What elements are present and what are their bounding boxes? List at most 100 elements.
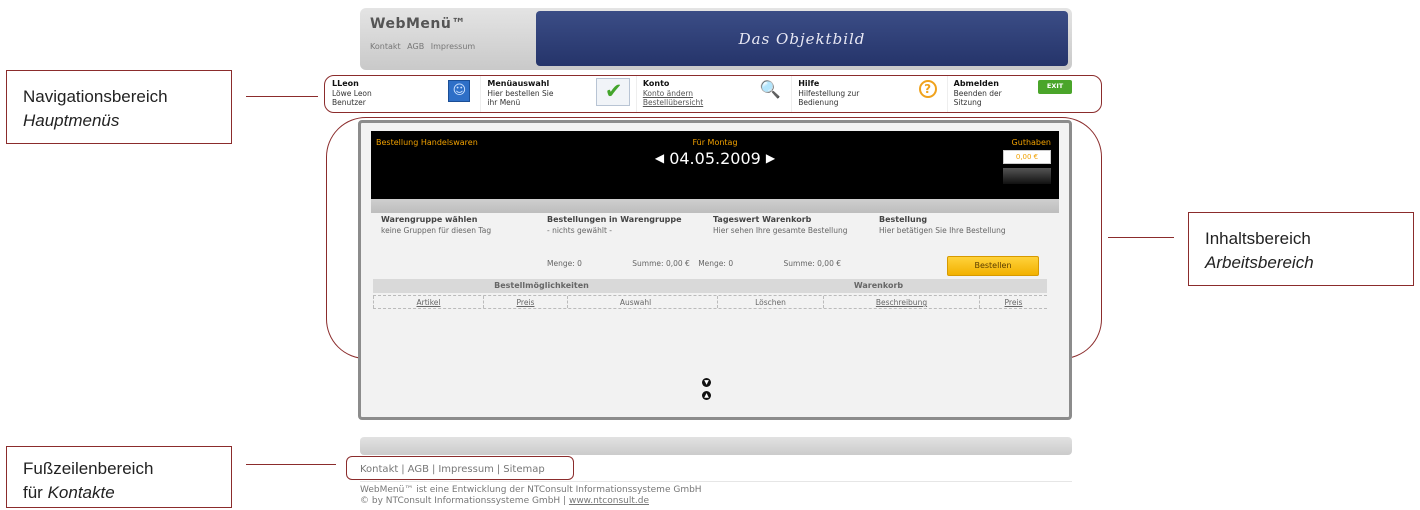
nav-menu-line2: ihr Menü [487,97,521,107]
col-price-options[interactable]: Preis [483,296,567,308]
nav-account-title: Konto [642,79,670,88]
callout-navigation: Navigationsbereich Hauptmenüs [6,70,232,144]
magnifier-icon: 🔍 [759,80,781,100]
prev-day-arrow-icon[interactable]: ◀ [655,151,664,165]
col-article[interactable]: Artikel [373,296,483,308]
header-link-impressum[interactable]: Impressum [431,42,475,51]
nav-help-line2: Bedienung [798,97,839,107]
credit-line-1: WebMenü™ ist eine Entwicklung der NTCons… [360,485,702,495]
nav-item-user[interactable]: LLeon Löwe Leon Benutzer ☺ [326,76,482,112]
checklist-icon [595,78,630,106]
footer-link-impressum[interactable]: Impressum [438,464,494,475]
footer-links: Kontakt | AGB | Impressum | Sitemap [360,464,545,475]
scroll-pager: ▼ ▲ [702,378,711,404]
nav-user-line1: Löwe Leon [332,88,372,98]
nav-item-account: Konto Konto ändern Bestellübersicht 🔍 [637,76,793,112]
nav-menu-title: Menüauswahl [487,79,550,88]
header-link-agb[interactable]: AGB [407,42,424,51]
step-order-title: Bestellung [879,215,928,224]
nav-help-title: Hilfe [798,79,820,88]
nav-item-help[interactable]: Hilfe Hilfestellung zur Bedienung ? [792,76,948,112]
step-cart-value: Tageswert Warenkorb Hier sehen Ihre gesa… [713,215,879,236]
credit-fade [1003,168,1051,184]
footer-credits: WebMenü™ ist eine Entwicklung der NTCons… [360,485,702,508]
footer-link-agb[interactable]: AGB [408,464,429,475]
step-order: Bestellung Hier betätigen Sie Ihre Beste… [879,215,1045,236]
nav-account-overview-link[interactable]: Bestellübersicht [643,98,703,107]
section-divider [371,199,1059,213]
credit-label: Guthaben [1011,138,1051,147]
exit-icon[interactable]: EXIT [1038,80,1073,94]
step-cart-value-title: Tageswert Warenkorb [713,215,812,224]
credit-panel: Guthaben 0,00 € [1003,138,1051,184]
date-selector: Für Montag ◀ 04.05.2009 ▶ [371,138,1059,168]
header-link-kontakt[interactable]: Kontakt [370,42,401,51]
footer-link-kontakt[interactable]: Kontakt [360,464,398,475]
content-area: Bestellung Handelswaren Für Montag ◀ 04.… [358,120,1072,420]
nav-logout-line1: Beenden der [953,88,1002,98]
main-navigation: LLeon Löwe Leon Benutzer ☺ Menüauswahl H… [326,76,1102,112]
nav-item-logout[interactable]: Abmelden Beenden der Sitzung EXIT [948,76,1102,112]
callout-footer-title: Fußzeilenbereich [23,459,154,478]
col-delete: Löschen [717,296,823,308]
nav-logout-line2: Sitzung [953,97,982,107]
credit-line-2: © by NTConsult Informationssysteme GmbH … [360,496,567,507]
callout-content-title: Inhaltsbereich [1205,229,1311,248]
scroll-down-icon[interactable]: ▼ [702,378,711,387]
smiley-icon: ☺ [448,80,471,102]
step-group-title: Warengruppe wählen [381,215,478,224]
col-price-cart[interactable]: Preis [979,296,1047,308]
ntconsult-link[interactable]: www.ntconsult.de [569,496,649,506]
step-order-text: Hier betätigen Sie Ihre Bestellung [879,226,1006,236]
header-banner: Das Objektbild [536,11,1068,66]
nav-menu-line1: Hier bestellen Sie [487,88,554,98]
callout-content-sub: Arbeitsbereich [1205,252,1314,272]
order-button[interactable]: Bestellen [947,256,1039,276]
step-group: Warengruppe wählen keine Gruppen für die… [381,215,547,236]
col-selection: Auswahl [567,296,703,308]
step-orders: Bestellungen in Warengruppe - nichts gew… [547,215,713,236]
order-sums: Menge: 0 Summe: 0,00 € Menge: 0 Summe: 0… [547,259,847,268]
next-day-arrow-icon[interactable]: ▶ [766,151,775,165]
credit-value: 0,00 € [1003,150,1051,164]
nav-account-change-link[interactable]: Konto ändern [643,89,693,98]
help-icon: ? [918,80,937,98]
callout-footer: Fußzeilenbereich für Kontakte [6,446,232,508]
section-cart: Warenkorb [853,281,904,290]
callout-footer-prefix: für [23,482,43,502]
day-label: Für Montag [692,138,738,147]
table-sections: Bestellmöglichkeiten Warenkorb [373,279,1047,293]
callout-navigation-title: Navigationsbereich [23,87,168,106]
table-header-row: Artikel Preis Auswahl Löschen Beschreibu… [373,295,1047,309]
step-orders-title: Bestellungen in Warengruppe [547,215,682,224]
col-description[interactable]: Beschreibung [823,296,979,308]
callout-footer-sub: Kontakte [47,482,115,502]
header-links: Kontakt AGB Impressum [370,42,479,51]
banner-text: Das Objektbild [738,29,866,48]
nav-logout-title: Abmelden [953,79,999,88]
current-date: 04.05.2009 [669,149,761,168]
quantity-1: Menge: 0 [547,259,582,268]
leader-navigation [246,96,318,97]
nav-user-line2: Benutzer [332,97,366,107]
leader-content [1108,237,1174,238]
callout-navigation-sub: Hauptmenüs [23,110,120,130]
sum-2: Summe: 0,00 € [783,259,842,268]
footer-divider [360,481,1072,482]
step-orders-text: - nichts gewählt - [547,226,613,236]
section-options: Bestellmöglichkeiten [494,281,589,290]
order-steps: Warengruppe wählen keine Gruppen für die… [381,215,1061,236]
nav-help-line1: Hilfestellung zur [798,88,860,98]
sum-1: Summe: 0,00 € [632,259,690,268]
leader-footer [246,464,336,465]
nav-item-menu[interactable]: Menüauswahl Hier bestellen Sie ihr Menü [481,76,637,112]
col-spacer [703,296,717,308]
quantity-2: Menge: 0 [698,259,734,268]
scroll-up-icon[interactable]: ▲ [702,391,711,400]
footer-link-sitemap[interactable]: Sitemap [503,464,544,475]
callout-content: Inhaltsbereich Arbeitsbereich [1188,212,1414,286]
brand-logo: WebMenü™ [370,16,466,32]
step-cart-value-text: Hier sehen Ihre gesamte Bestellung [713,226,848,236]
footer-bar [360,437,1072,455]
app-header: WebMenü™ Kontakt AGB Impressum Das Objek… [360,8,1072,70]
